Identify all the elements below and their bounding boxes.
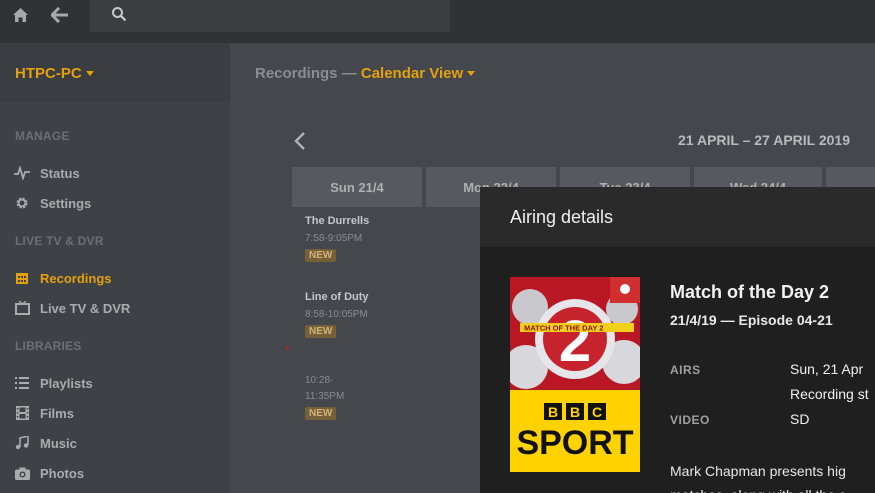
section-title-manage: MANAGE: [15, 129, 70, 143]
poster-image: 2 MATCH OF THE DAY 2 B B C SPORT: [510, 277, 640, 472]
calendar-event[interactable]: Line of Duty 8:58-10:05PM NEW: [293, 285, 423, 357]
breadcrumb-recordings[interactable]: Recordings: [255, 65, 338, 82]
new-badge: NEW: [305, 249, 337, 262]
record-indicator: [286, 346, 289, 349]
view-selector[interactable]: Calendar View: [361, 65, 476, 82]
sidebar-item-label: Settings: [40, 195, 92, 211]
list-icon: [14, 375, 30, 391]
gear-icon: [14, 195, 30, 211]
sidebar-item-music[interactable]: Music: [0, 430, 230, 456]
video-value: SD: [790, 411, 810, 427]
sidebar-item-label: Status: [40, 165, 80, 181]
sidebar: HTPC-PC MANAGE Status Settings LIVE TV &…: [0, 43, 230, 493]
sidebar-item-label: Live TV & DVR: [40, 300, 131, 316]
tv-icon: [14, 300, 30, 316]
airs-label: AIRS: [670, 363, 701, 377]
show-title: Match of the Day 2: [670, 282, 830, 302]
airing-details-modal: Airing details 2 MATCH OF THE DAY 2 B B …: [480, 187, 875, 493]
airs-value: Sun, 21 Apr: [790, 361, 864, 377]
camera-icon: [14, 465, 30, 481]
music-icon: [14, 435, 30, 451]
sidebar-item-label: Recordings: [40, 270, 112, 286]
caret-down-icon: [85, 71, 94, 76]
sidebar-item-photos[interactable]: Photos: [0, 460, 230, 486]
sidebar-item-settings[interactable]: Settings: [0, 190, 230, 216]
event-time: 10:28-: [305, 375, 334, 386]
home-icon[interactable]: [8, 3, 32, 27]
server-name: HTPC-PC: [15, 65, 94, 82]
poster-number: 2: [559, 309, 591, 374]
previous-week-button[interactable]: [292, 131, 308, 151]
event-title: Line of Duty: [305, 291, 369, 303]
event-time: 8:58-10:05PM: [305, 309, 368, 320]
film-icon: [14, 405, 30, 421]
search-input[interactable]: [90, 0, 450, 32]
poster-sport: SPORT: [516, 424, 633, 462]
event-time: 7:58-9:05PM: [305, 233, 363, 244]
sidebar-item-playlists[interactable]: Playlists: [0, 370, 230, 396]
server-selector[interactable]: HTPC-PC: [0, 43, 230, 102]
event-title: The Durrells: [305, 215, 370, 227]
section-title-libraries: LIBRARIES: [15, 339, 82, 353]
sidebar-item-status[interactable]: Status: [0, 160, 230, 186]
recording-status: Recording st: [790, 386, 869, 402]
poster-banner: MATCH OF THE DAY 2: [524, 324, 603, 333]
back-arrow-icon[interactable]: [48, 3, 72, 27]
new-badge: NEW: [305, 407, 337, 420]
new-badge: NEW: [305, 325, 337, 338]
poster-bbc-letter: C: [592, 404, 602, 420]
event-time: 11:35PM: [305, 391, 345, 402]
breadcrumb-separator: —: [341, 65, 357, 82]
search-icon: [107, 2, 131, 26]
sidebar-item-films[interactable]: Films: [0, 400, 230, 426]
sidebar-item-label: Music: [40, 435, 77, 451]
calendar-icon: [14, 270, 30, 286]
summary-line: Mark Chapman presents hig: [670, 463, 846, 479]
section-title-live: LIVE TV & DVR: [15, 234, 104, 248]
episode-subtitle: 21/4/19 — Episode 04-21: [670, 312, 833, 328]
modal-header: Airing details: [480, 187, 875, 247]
date-range: 21 APRIL – 27 APRIL 2019: [678, 132, 850, 148]
calendar-event[interactable]: The Durrells 7:58-9:05PM NEW: [293, 209, 423, 281]
caret-down-icon: [467, 71, 476, 76]
summary: Mark Chapman presents hig matches, along…: [670, 459, 875, 493]
day-header: Sun 21/4: [292, 167, 422, 207]
poster-bbc-letter: B: [570, 404, 580, 420]
sidebar-item-label: Playlists: [40, 375, 93, 391]
sidebar-item-live-tv[interactable]: Live TV & DVR: [0, 295, 230, 321]
modal-title: Airing details: [510, 207, 614, 227]
poster-bbc-letter: B: [548, 404, 558, 420]
sidebar-item-recordings[interactable]: Recordings: [0, 265, 230, 291]
activity-icon: [14, 165, 30, 181]
calendar-event[interactable]: 10:28- 11:35PM NEW: [293, 361, 423, 433]
video-label: VIDEO: [670, 413, 710, 427]
sidebar-item-label: Photos: [40, 465, 85, 481]
breadcrumb: Recordings — Calendar View: [255, 65, 476, 82]
top-bar: [0, 0, 875, 43]
sidebar-item-label: Films: [40, 405, 74, 421]
summary-line: matches, along with all the c: [670, 483, 875, 493]
